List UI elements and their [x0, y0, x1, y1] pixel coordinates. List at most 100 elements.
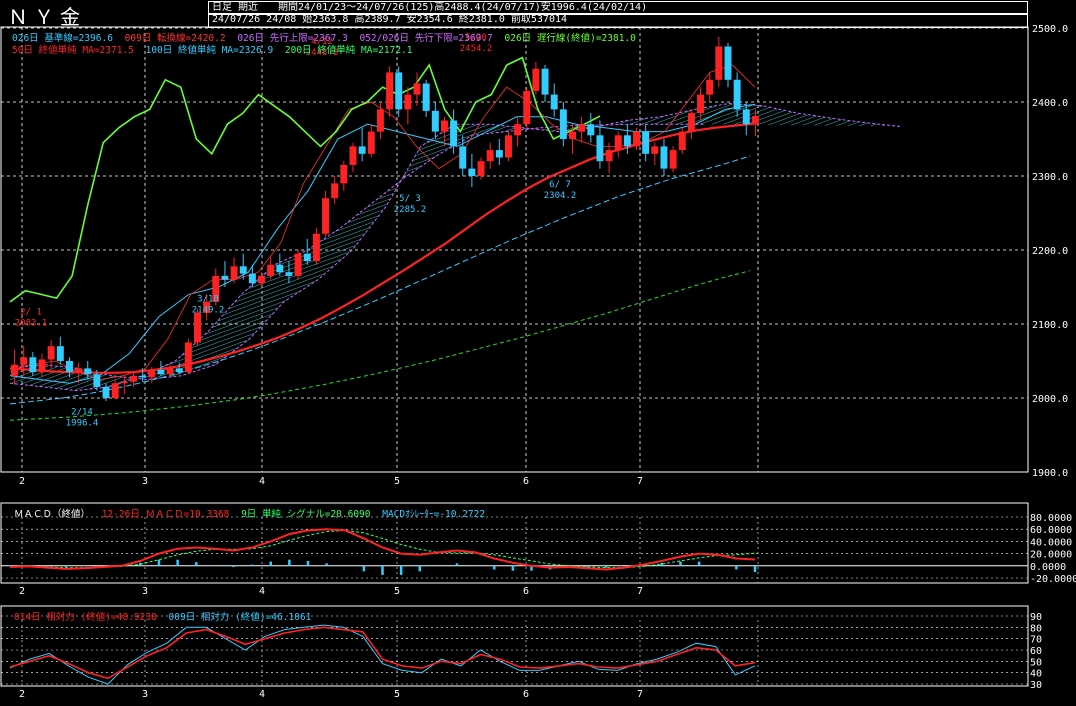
candle-body [93, 374, 101, 387]
candle-body [38, 359, 46, 373]
candle-body [312, 233, 320, 262]
candle-body [157, 369, 165, 375]
candle-body [505, 135, 512, 158]
main-frame [0, 26, 1029, 473]
candle-body [614, 135, 622, 151]
candle-body [258, 275, 265, 284]
x-tick-label: 6 [523, 476, 529, 487]
macd-signal-line [9, 529, 756, 569]
candle-body [678, 131, 686, 151]
candle-body [376, 109, 384, 132]
instrument-title: ＮＹ金 [8, 5, 86, 29]
annotation-date: 3/18 [197, 295, 219, 305]
candle-body [495, 150, 503, 158]
candle-body [404, 94, 412, 110]
candle-body [84, 368, 92, 375]
candle-body [596, 135, 604, 162]
candle-body [605, 150, 613, 162]
candle-body [541, 68, 549, 95]
legend-macd-signal: 9日 単純 シグナル=20.6090 [241, 509, 371, 520]
x-tick-label: 5 [394, 586, 400, 597]
candle-body [633, 131, 640, 147]
candle-body [751, 116, 759, 125]
candle-body [660, 146, 668, 169]
x-tick-label: 3 [142, 586, 148, 597]
main-y-tick-label: 2400.0 [1032, 98, 1068, 109]
candle-body [468, 168, 476, 176]
candle-body [65, 361, 73, 373]
candle-body [148, 369, 156, 378]
candle-body [623, 135, 631, 147]
macd-y-tick-label: 20.0000 [1030, 550, 1072, 561]
x-tick-label: 3 [142, 689, 148, 700]
legend-rsi14: 014日 相対力 (終値)=48.9238 [14, 612, 157, 623]
candle-body [11, 364, 19, 376]
candle-body [294, 253, 302, 276]
x-tick-label: 7 [637, 689, 643, 700]
main-y-tick-label: 2000.0 [1032, 394, 1068, 405]
legend-macd-osc: MACDｵｼﾚｰﾀｰ=-10.2722 [382, 509, 486, 520]
x-tick-label: 3 [142, 476, 148, 487]
candle-body [733, 79, 741, 110]
candle-body [75, 368, 83, 373]
annotation-date: 6/ 7 [549, 180, 571, 190]
annotation-date: 5/ 3 [399, 194, 421, 204]
candle-body [514, 124, 522, 136]
macd-y-tick-label: -20.0000 [1030, 574, 1076, 585]
legend-ma100: 100日 終値単純 MA=2326.9 [145, 45, 274, 56]
main-y-axis: 1900.0 2000.0 2100.0 2200.0 2300.0 2400.0 2500… [1032, 24, 1068, 479]
candle-body [358, 146, 366, 154]
candle-body [184, 342, 192, 373]
annotation-date: 2/ 1 [20, 308, 42, 318]
legend-macd: ＭＡＣＤ（終値） 12-26日 ＭＡＣＤ=10.3368 9日 単純 シグナル=… [14, 506, 491, 520]
candle-body [742, 109, 750, 125]
candle-body [587, 124, 595, 136]
rsi-y-tick-label: 80 [1030, 623, 1042, 634]
macd-y-tick-label: 60.0000 [1030, 525, 1072, 536]
candle-body [578, 124, 586, 132]
rsi9-line [9, 624, 756, 685]
candle-body [267, 264, 275, 276]
candle-body [395, 72, 403, 110]
candle-body [413, 83, 421, 95]
rsi-y-tick-label: 30 [1030, 680, 1042, 691]
annotation-price: 2149.2 [192, 306, 225, 316]
candle-body [386, 72, 394, 110]
candle-body [331, 183, 339, 199]
legend-rsi: 014日 相対力 (終値)=48.9238 009日 相対力 (終値)=46.1… [14, 609, 317, 623]
candle-body [651, 146, 659, 154]
candle-body [276, 264, 284, 273]
candle-body [111, 383, 119, 398]
candle-body [440, 120, 448, 132]
candle-body [687, 113, 695, 132]
kumo-fill [10, 103, 900, 391]
x-tick-label: 7 [637, 586, 643, 597]
x-tick-label: 5 [394, 476, 400, 487]
candle-body [550, 94, 558, 110]
x-tick-label: 7 [637, 476, 643, 487]
macd-y-tick-label: 40.0000 [1030, 537, 1072, 548]
candle-body [230, 266, 238, 280]
candle-body [559, 109, 567, 139]
legend-macd-title: ＭＡＣＤ（終値） [14, 509, 91, 520]
candle-body [29, 357, 37, 373]
main-grid [0, 26, 1029, 473]
x-tick-label: 6 [523, 586, 529, 597]
candle-body [56, 346, 64, 361]
candle-body [669, 150, 677, 169]
rsi-y-tick-label: 70 [1030, 635, 1042, 646]
main-y-tick-label: 1900.0 [1032, 468, 1068, 479]
macd-y-tick-label: 0.0000 [1030, 562, 1066, 573]
annotation-date: 2/14 [71, 408, 93, 418]
candle-body [322, 198, 330, 234]
candle-body [459, 146, 467, 169]
candle-body [340, 164, 348, 184]
candle-body [367, 131, 375, 154]
candle-body [248, 273, 256, 284]
macd-y-tick-label: 80.0000 [1030, 513, 1072, 524]
candle-body [239, 266, 247, 274]
ohlc-info: 24/07/26 24/08 始2363.8 高2389.7 安2354.6 終… [212, 14, 568, 25]
x-tick-label: 4 [259, 689, 265, 700]
ma50-line [9, 122, 756, 374]
candle-body [20, 357, 28, 365]
